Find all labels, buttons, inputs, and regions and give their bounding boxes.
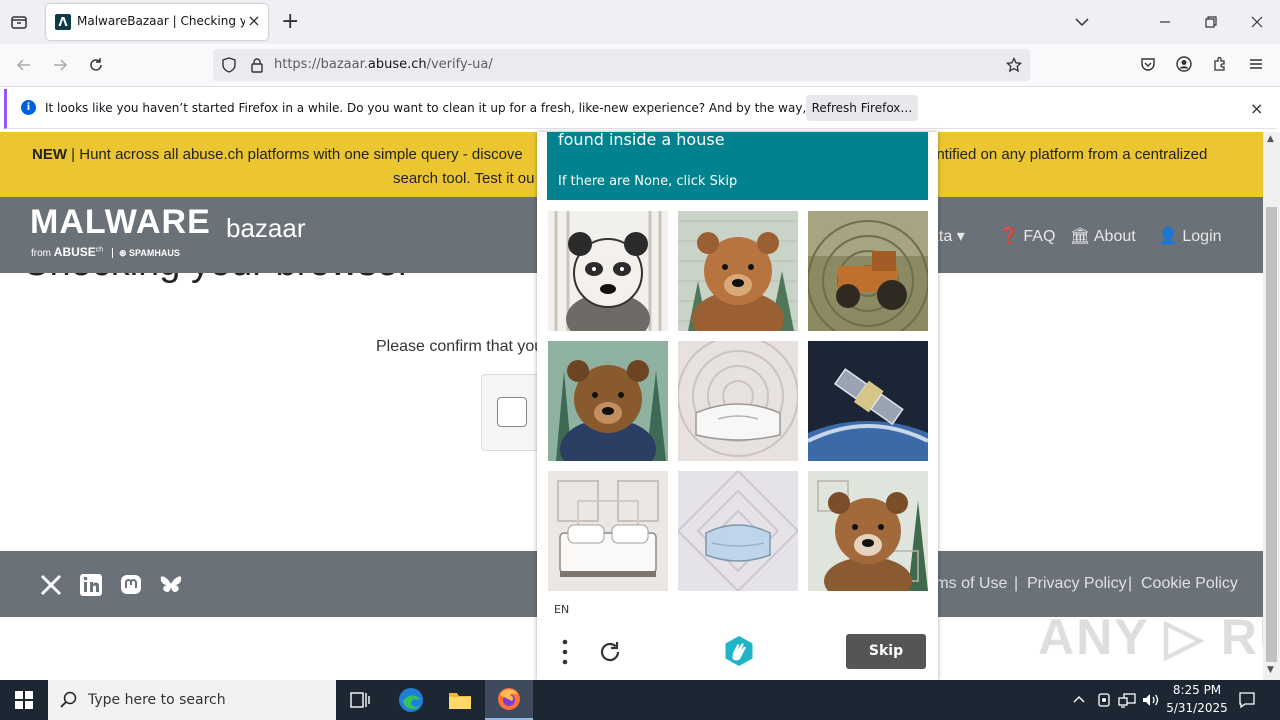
scroll-down-arrow-icon[interactable]: ▼	[1267, 665, 1274, 675]
refresh-firefox-notification: i It looks like you haven’t started Fire…	[4, 89, 1277, 129]
logo-bazaar[interactable]: bazaar	[226, 213, 306, 244]
hcaptcha-logo-icon[interactable]	[723, 635, 755, 667]
banner-line-1-end: entified on any platform from a centrali…	[928, 146, 1208, 163]
challenge-tile-6[interactable]	[808, 341, 928, 461]
clock-date[interactable]: 5/31/2025	[1164, 701, 1230, 715]
question-circle-icon: ❓	[999, 228, 1019, 245]
language-selector[interactable]: EN	[554, 603, 569, 616]
bluesky-icon[interactable]	[159, 573, 183, 597]
show-hidden-icons-chevron-icon[interactable]	[1072, 693, 1086, 707]
nav-faq[interactable]: ❓ FAQ	[999, 226, 1055, 246]
network-icon[interactable]	[1118, 692, 1136, 708]
account-icon[interactable]	[1176, 56, 1192, 72]
challenge-tile-9[interactable]	[808, 471, 928, 591]
close-notification-icon[interactable]: ×	[1250, 99, 1263, 118]
challenge-tile-8[interactable]	[678, 471, 798, 591]
edge-browser-icon[interactable]	[398, 687, 424, 713]
footer-separator: |	[1014, 575, 1019, 592]
info-icon: i	[21, 100, 36, 115]
footer-link-privacy[interactable]: Privacy Policy	[1027, 575, 1127, 593]
restore-icon[interactable]	[1203, 14, 1219, 30]
footer-link-cookies[interactable]: Cookie Policy	[1141, 575, 1238, 593]
tab-overview-icon[interactable]	[10, 13, 28, 31]
scrollbar-thumb[interactable]	[1266, 207, 1277, 662]
footer-separator: |	[1128, 575, 1133, 592]
notification-message: It looks like you haven’t started Firefo…	[45, 101, 901, 115]
nav-about[interactable]: 🏛 About	[1070, 226, 1136, 246]
confirm-human-text: Please confirm that you	[376, 338, 544, 355]
notification-center-icon[interactable]	[1238, 691, 1256, 709]
refresh-firefox-button[interactable]: Refresh Firefox…	[806, 95, 918, 121]
tab-title: MalwareBazaar | Checking your browser	[77, 14, 245, 28]
url-text: https://bazaar.abuse.ch/verify-ua/	[274, 57, 493, 72]
mastodon-icon[interactable]	[119, 573, 143, 597]
nav-login[interactable]: 👤 Login	[1158, 226, 1222, 246]
anyrun-watermark: ANY ▷ RUN	[1038, 609, 1263, 665]
app-menu-icon[interactable]	[1248, 56, 1264, 72]
skip-button[interactable]: Skip	[846, 634, 926, 669]
close-window-icon[interactable]	[1249, 14, 1265, 30]
navigation-bar: https://bazaar.abuse.ch/verify-ua/	[0, 44, 1280, 87]
challenge-tile-3[interactable]	[808, 211, 928, 331]
challenge-tile-1[interactable]	[548, 211, 668, 331]
new-tab-button[interactable]: +	[281, 9, 299, 34]
banner-new-label: NEW	[32, 146, 67, 163]
challenge-tile-7[interactable]	[548, 471, 668, 591]
extensions-icon[interactable]	[1212, 56, 1228, 72]
linkedin-icon[interactable]	[79, 573, 103, 597]
scroll-up-arrow-icon[interactable]: ▲	[1267, 134, 1274, 144]
page-scrollbar[interactable]: ▲ ▼	[1263, 132, 1280, 680]
firefox-taskbar-button[interactable]	[485, 680, 533, 720]
footer-link-terms[interactable]: rms of Use	[930, 575, 1007, 593]
firefox-icon	[497, 687, 521, 711]
logo-sponsors: from ABUSEch ⊛ SPAMHAUS	[31, 245, 180, 259]
x-twitter-icon[interactable]	[39, 573, 63, 597]
reload-icon[interactable]	[82, 51, 110, 79]
forward-icon[interactable]	[46, 51, 74, 79]
more-options-icon[interactable]	[560, 639, 570, 665]
pocket-icon[interactable]	[1140, 56, 1156, 72]
minimize-icon[interactable]	[1157, 14, 1173, 30]
building-icon: 🏛	[1070, 228, 1091, 245]
file-explorer-icon[interactable]	[448, 689, 472, 711]
challenge-tile-5[interactable]	[678, 341, 798, 461]
tab-close-icon[interactable]: ×	[246, 13, 262, 29]
prompt-text: found inside a house	[558, 130, 725, 149]
search-placeholder: Type here to search	[88, 692, 226, 708]
logo-malware[interactable]: MALWARE	[30, 203, 211, 242]
search-icon	[60, 691, 78, 709]
captcha-checkbox[interactable]	[497, 397, 527, 427]
active-tab[interactable]: Λ MalwareBazaar | Checking your browser …	[46, 4, 268, 40]
windows-start-icon[interactable]	[15, 691, 33, 709]
task-view-icon[interactable]	[350, 691, 370, 709]
tracking-protection-shield-icon[interactable]	[221, 57, 237, 73]
user-icon: 👤	[1158, 228, 1178, 245]
taskbar-search-box[interactable]: Type here to search	[48, 680, 336, 720]
banner-line-2[interactable]: search tool. Test it ou	[393, 170, 534, 187]
refresh-challenge-icon[interactable]	[597, 639, 623, 665]
padlock-icon[interactable]	[249, 57, 265, 73]
device-icon[interactable]	[1096, 692, 1112, 708]
challenge-tile-4[interactable]	[548, 341, 668, 461]
volume-icon[interactable]	[1142, 692, 1160, 708]
malwarebazaar-favicon-icon: Λ	[55, 14, 71, 30]
back-icon[interactable]	[10, 51, 38, 79]
bookmark-star-icon[interactable]	[1006, 57, 1022, 73]
challenge-prompt: found inside a house If there are None, …	[547, 130, 928, 200]
challenge-tile-2[interactable]	[678, 211, 798, 331]
clock-time[interactable]: 8:25 PM	[1168, 683, 1226, 697]
list-all-tabs-icon[interactable]	[1074, 14, 1090, 30]
tab-bar: Λ MalwareBazaar | Checking your browser …	[0, 0, 1280, 44]
prompt-hint: If there are None, click Skip	[558, 174, 738, 189]
banner-line-1: NEW | Hunt across all abuse.ch platforms…	[32, 146, 523, 163]
windows-taskbar: Type here to search 8:25 PM 5/31/2025	[0, 680, 1280, 720]
url-bar[interactable]: https://bazaar.abuse.ch/verify-ua/	[213, 49, 1030, 81]
captcha-challenge-popup: found inside a house If there are None, …	[537, 130, 938, 680]
